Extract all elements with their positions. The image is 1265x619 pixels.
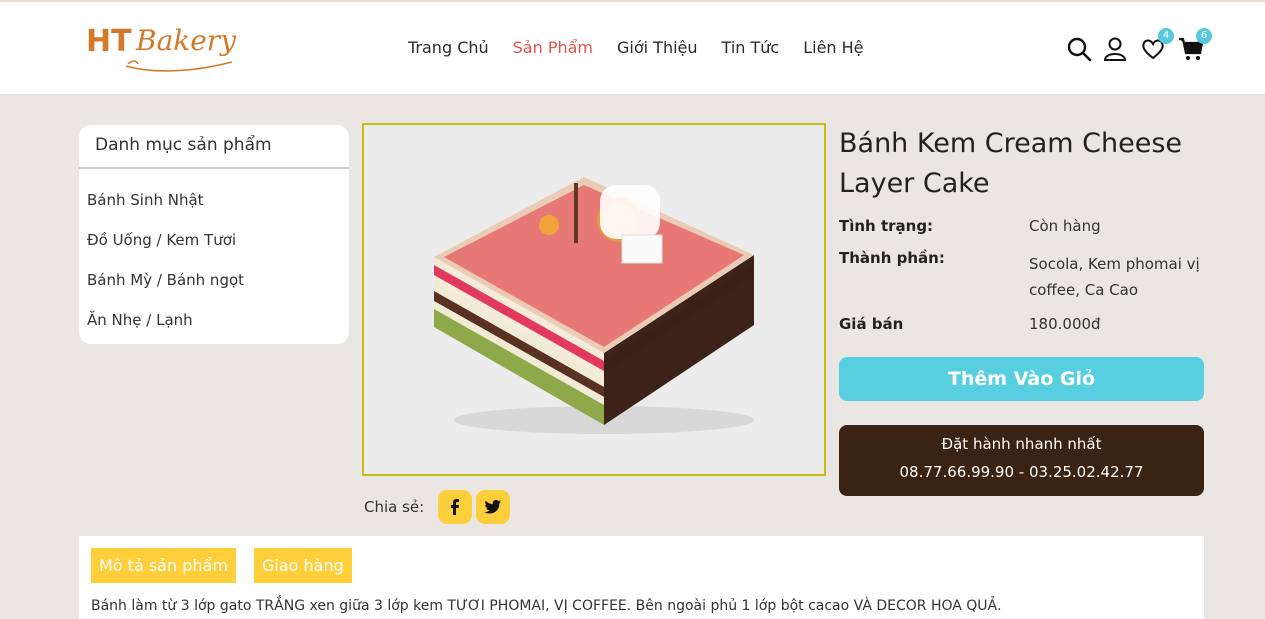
product-title-line1: Bánh Kem Cream Cheese [839, 128, 1182, 159]
header-icons: 4 6 [1066, 28, 1212, 64]
hotline-title: Đặt hành nhanh nhất [941, 435, 1102, 453]
twitter-share-button[interactable] [476, 490, 511, 524]
heart-icon[interactable]: 4 [1140, 28, 1174, 62]
facebook-icon [451, 499, 460, 515]
user-icon[interactable] [1102, 36, 1128, 62]
cake-illustration [434, 177, 754, 434]
nav-news[interactable]: Tin Tức [722, 38, 780, 57]
product-info: Bánh Kem Cream Cheese Layer Cake Tình tr… [839, 124, 1204, 333]
twitter-icon [484, 500, 502, 514]
site-header: HT Bakery Trang Chủ Sản Phẩm Giới Thiệu … [0, 0, 1265, 94]
ingredients-value: Socola, Kem phomai vị coffee, Ca Cao [1029, 255, 1200, 299]
sidebar-title: Danh mục sản phẩm [79, 125, 349, 169]
description-text: Bánh làm từ 3 lớp gato TRẮNG xen giữa 3 … [91, 598, 1002, 614]
category-bread[interactable]: Bánh Mỳ / Bánh ngọt [79, 263, 349, 303]
logo-ht: HT [86, 24, 132, 59]
tab-description[interactable]: Mô tả sản phẩm [91, 548, 236, 583]
logo-bakery: Bakery [136, 24, 237, 57]
search-icon[interactable] [1066, 36, 1092, 62]
product-title-line2: Layer Cake [839, 168, 990, 199]
status-label: Tình trạng: [839, 217, 934, 235]
product-image[interactable] [362, 123, 826, 476]
logo-swash-icon [125, 60, 233, 72]
price-value: 180.000đ [1029, 315, 1101, 333]
tab-delivery[interactable]: Giao hàng [254, 548, 352, 583]
category-sidebar: Danh mục sản phẩm Bánh Sinh Nhật Đồ Uống… [79, 125, 349, 344]
category-snacks[interactable]: Ăn Nhẹ / Lạnh [79, 303, 349, 343]
share-bar: Chia sẻ: [364, 490, 514, 524]
nav-products[interactable]: Sản Phẩm [513, 38, 593, 57]
main-nav: Trang Chủ Sản Phẩm Giới Thiệu Tin Tức Li… [408, 38, 888, 57]
product-description-section: Mô tả sản phẩm Giao hàng Bánh làm từ 3 l… [79, 536, 1204, 619]
logo[interactable]: HT Bakery [84, 20, 244, 76]
nav-about[interactable]: Giới Thiệu [617, 38, 698, 57]
share-label: Chia sẻ: [364, 498, 425, 516]
hotline-numbers: 08.77.66.99.90 - 03.25.02.42.77 [899, 463, 1144, 481]
nav-contact[interactable]: Liên Hệ [803, 38, 863, 57]
add-to-cart-button[interactable]: Thêm Vào Giỏ [839, 357, 1204, 401]
nav-home[interactable]: Trang Chủ [408, 38, 489, 57]
status-value: Còn hàng [1029, 217, 1101, 235]
category-drinks[interactable]: Đồ Uống / Kem Tươi [79, 223, 349, 263]
hotline-box[interactable]: Đặt hành nhanh nhất 08.77.66.99.90 - 03.… [839, 425, 1204, 496]
facebook-share-button[interactable] [438, 490, 473, 524]
cart-count-badge: 6 [1196, 28, 1212, 44]
ingredients-label: Thành phần: [839, 249, 945, 267]
product-title: Bánh Kem Cream Cheese Layer Cake [839, 124, 1204, 204]
price-label: Giá bán [839, 315, 904, 333]
wishlist-count-badge: 4 [1158, 28, 1174, 44]
category-birthday-cake[interactable]: Bánh Sinh Nhật [79, 183, 349, 223]
category-list: Bánh Sinh Nhật Đồ Uống / Kem Tươi Bánh M… [79, 169, 349, 343]
cart-icon[interactable]: 6 [1178, 28, 1212, 62]
